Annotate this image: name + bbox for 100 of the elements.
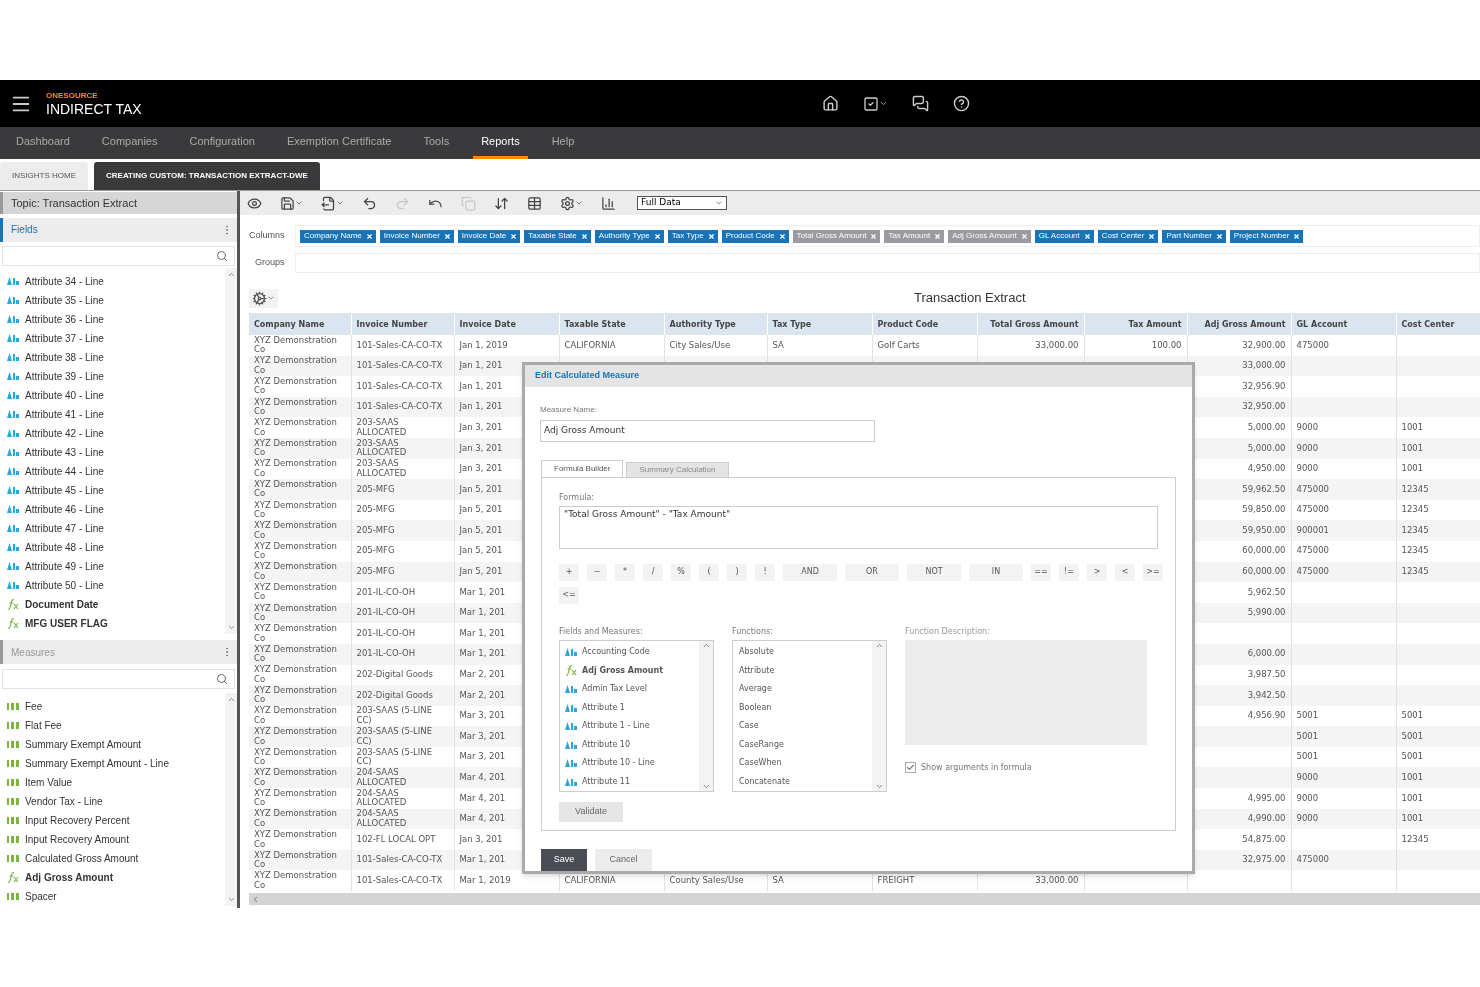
field-item[interactable]: Attribute 40 - Line bbox=[0, 385, 225, 405]
field-item[interactable]: Attribute 47 - Line bbox=[0, 518, 225, 538]
field-item[interactable]: Attribute 37 - Line bbox=[0, 328, 225, 348]
chat-icon[interactable] bbox=[911, 95, 929, 112]
remove-icon[interactable] bbox=[778, 232, 786, 240]
field-item[interactable]: Attribute 42 - Line bbox=[0, 423, 225, 443]
column-chip[interactable]: Project Number bbox=[1229, 229, 1304, 243]
field-item[interactable]: Vendor Tax - Line bbox=[0, 792, 225, 811]
operator-button[interactable]: ) bbox=[727, 563, 747, 581]
list-item[interactable]: CaseRange bbox=[733, 735, 872, 754]
caret-icon[interactable] bbox=[575, 199, 583, 207]
caret-icon[interactable] bbox=[336, 199, 344, 207]
operator-button[interactable]: ! bbox=[755, 563, 775, 581]
operator-button[interactable]: AND bbox=[783, 563, 837, 581]
nav-item[interactable]: Help bbox=[543, 127, 583, 159]
tasks-menu-icon[interactable] bbox=[862, 95, 888, 112]
list-item[interactable]: Attribute 1 - Line bbox=[560, 716, 699, 736]
list-item[interactable]: Attribute 10 - Line bbox=[560, 753, 699, 773]
field-item[interactable]: Attribute 50 - Line bbox=[0, 575, 225, 595]
cancel-button[interactable]: Cancel bbox=[595, 849, 652, 871]
remove-icon[interactable] bbox=[443, 232, 451, 240]
column-chip[interactable]: GL Account bbox=[1034, 229, 1094, 243]
field-item[interactable]: Attribute 48 - Line bbox=[0, 537, 225, 557]
field-item[interactable]: MFG USER FLAG bbox=[0, 613, 225, 633]
report-settings-button[interactable] bbox=[249, 288, 278, 308]
list-item[interactable]: Admin Tax Level bbox=[560, 679, 699, 699]
operator-button[interactable]: % bbox=[671, 563, 691, 581]
scroll-left-icon[interactable] bbox=[251, 894, 260, 904]
list-item[interactable]: Concatenate bbox=[733, 772, 872, 791]
field-item[interactable]: Attribute 45 - Line bbox=[0, 480, 225, 500]
list-item[interactable]: Case bbox=[733, 716, 872, 736]
field-item[interactable]: Attribute 46 - Line bbox=[0, 499, 225, 519]
scrollbar[interactable] bbox=[699, 640, 713, 791]
field-item[interactable]: Input Recovery Percent bbox=[0, 811, 225, 830]
list-item[interactable]: Adj Gross Amount bbox=[560, 661, 699, 680]
remove-icon[interactable] bbox=[1215, 232, 1223, 240]
dialog-tab[interactable]: Formula Builder bbox=[541, 459, 624, 478]
remove-icon[interactable] bbox=[1020, 232, 1028, 240]
search-field[interactable] bbox=[2, 245, 235, 266]
field-item[interactable]: Attribute 49 - Line bbox=[0, 556, 225, 576]
field-item[interactable]: Calculated Gross Amount bbox=[0, 849, 225, 868]
field-item[interactable]: Attribute 34 - Line bbox=[0, 271, 225, 291]
nav-item[interactable]: Dashboard bbox=[8, 127, 78, 159]
measure-name-field[interactable]: Adj Gross Amount bbox=[540, 419, 875, 442]
save-button[interactable]: Save bbox=[541, 849, 587, 871]
operator-button[interactable]: OR bbox=[845, 563, 899, 581]
field-item[interactable]: Attribute 44 - Line bbox=[0, 461, 225, 481]
column-chip[interactable]: Part Number bbox=[1162, 229, 1226, 243]
help-icon[interactable] bbox=[952, 95, 970, 112]
column-chip[interactable]: Invoice Date bbox=[457, 229, 521, 243]
scroll-down-icon[interactable] bbox=[226, 895, 236, 904]
nav-item[interactable]: Configuration bbox=[181, 127, 263, 159]
column-chip[interactable]: Company Name bbox=[300, 229, 376, 243]
remove-icon[interactable] bbox=[653, 232, 661, 240]
field-item[interactable]: Attribute 38 - Line bbox=[0, 347, 225, 367]
nav-item[interactable]: Exemption Certificate bbox=[278, 127, 400, 159]
validate-button[interactable]: Validate bbox=[559, 801, 623, 822]
search-icon[interactable] bbox=[216, 249, 228, 262]
field-item[interactable]: Summary Exempt Amount bbox=[0, 735, 225, 754]
column-chip[interactable]: Cost Center bbox=[1097, 229, 1159, 243]
list-item[interactable]: CaseWhen bbox=[733, 753, 872, 773]
operator-button[interactable]: == bbox=[1031, 563, 1051, 581]
field-item[interactable]: Document Date bbox=[0, 594, 225, 614]
operator-button[interactable]: != bbox=[1059, 563, 1079, 581]
scrollbar[interactable] bbox=[225, 693, 237, 906]
operator-button[interactable]: − bbox=[587, 563, 607, 581]
operator-button[interactable]: IN bbox=[969, 563, 1023, 581]
remove-icon[interactable] bbox=[1083, 232, 1091, 240]
caret-icon[interactable] bbox=[715, 199, 723, 207]
list-item[interactable]: Boolean bbox=[733, 698, 872, 717]
remove-icon[interactable] bbox=[1148, 232, 1156, 240]
scroll-up-icon[interactable] bbox=[226, 695, 236, 704]
operator-button[interactable]: < bbox=[1115, 563, 1135, 581]
field-item[interactable]: Flat Fee bbox=[0, 716, 225, 735]
column-chip[interactable]: Product Code bbox=[721, 229, 789, 243]
operator-button[interactable]: * bbox=[615, 563, 635, 581]
list-item[interactable]: Average bbox=[733, 679, 872, 699]
caret-icon[interactable] bbox=[267, 294, 275, 302]
search-field[interactable] bbox=[2, 669, 235, 689]
list-item[interactable]: Accounting Code bbox=[560, 642, 699, 662]
field-item[interactable]: Attribute 43 - Line bbox=[0, 442, 225, 462]
gears-icon[interactable] bbox=[252, 290, 267, 306]
page-tab[interactable]: CREATING CUSTOM: TRANSACTION EXTRACT-DWE bbox=[94, 162, 320, 190]
list-item[interactable]: Attribute bbox=[733, 661, 872, 680]
remove-icon[interactable] bbox=[934, 232, 942, 240]
operator-button[interactable]: <= bbox=[559, 586, 579, 604]
remove-icon[interactable] bbox=[870, 232, 878, 240]
scrollbar[interactable] bbox=[225, 267, 237, 634]
home-icon[interactable] bbox=[821, 95, 839, 112]
section-header[interactable]: Fields bbox=[0, 217, 237, 242]
scrollbar[interactable] bbox=[872, 640, 886, 791]
operator-button[interactable]: ( bbox=[699, 563, 719, 581]
field-item[interactable]: Adj Gross Amount bbox=[0, 868, 225, 887]
search-icon[interactable] bbox=[216, 673, 228, 685]
formula-field[interactable]: "Total Gross Amount" - "Tax Amount" bbox=[559, 505, 1158, 549]
column-chip[interactable]: Authority Type bbox=[594, 229, 664, 243]
list-item[interactable]: Attribute 1 bbox=[560, 698, 699, 717]
nav-item[interactable]: Tools bbox=[415, 127, 458, 159]
field-item[interactable]: Attribute 36 - Line bbox=[0, 309, 225, 329]
column-chip[interactable]: Invoice Number bbox=[379, 229, 454, 243]
